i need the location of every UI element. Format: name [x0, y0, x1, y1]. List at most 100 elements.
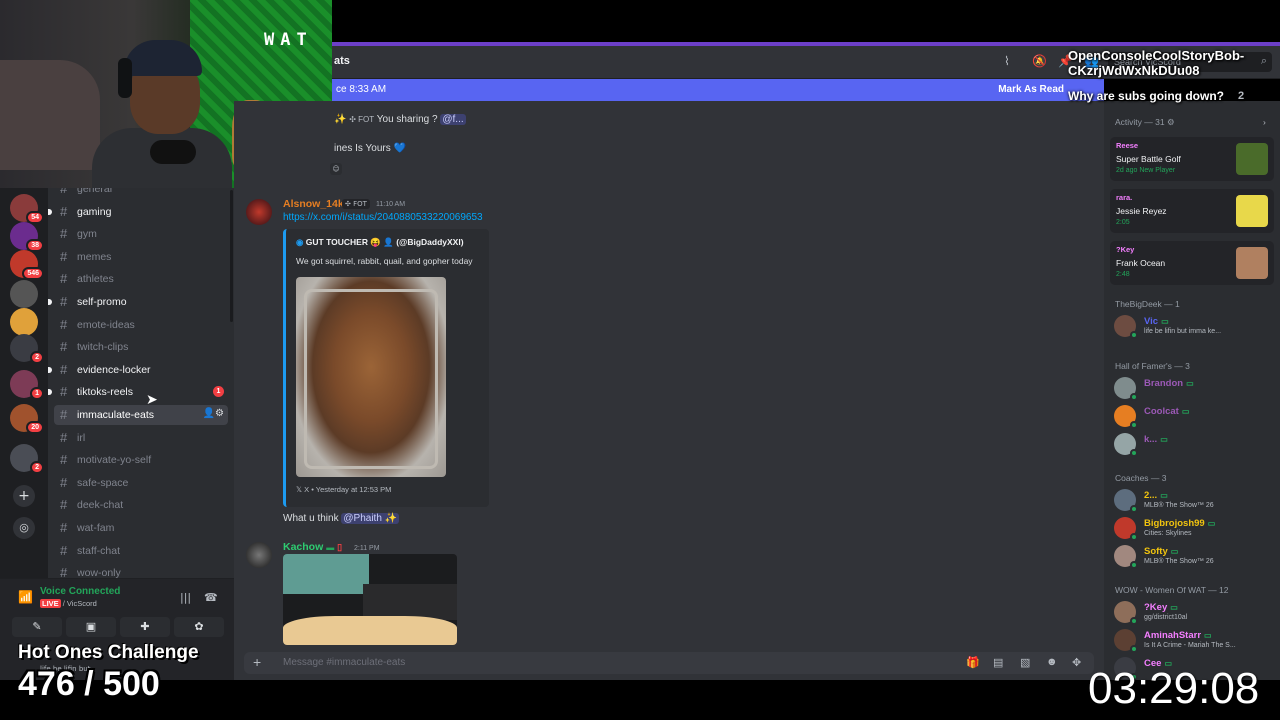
- message-author[interactable]: Alsnow_14k: [283, 198, 344, 210]
- chat-count: 2: [1238, 90, 1245, 102]
- server-icon[interactable]: 54: [10, 194, 44, 224]
- hashtag-icon: #: [60, 497, 68, 513]
- channel-name: general: [77, 188, 113, 195]
- channel-item[interactable]: # staff-chat: [54, 541, 228, 561]
- server-icon[interactable]: 1: [10, 370, 44, 400]
- channel-item[interactable]: # memes: [54, 247, 228, 267]
- hashtag-icon: #: [60, 316, 68, 332]
- channel-item[interactable]: # irl: [54, 428, 228, 448]
- emoji-icon[interactable]: ☻: [1046, 656, 1058, 668]
- headset: [118, 58, 132, 98]
- channel-item[interactable]: # tiktoks-reels 1: [48, 382, 228, 402]
- channel-item[interactable]: # deek-chat: [54, 495, 228, 515]
- device-icon: ▭: [1160, 491, 1168, 500]
- attach-plus-icon[interactable]: +: [253, 654, 261, 670]
- server-icon[interactable]: 2: [10, 444, 44, 474]
- discover-icon[interactable]: ◎: [13, 517, 35, 539]
- channel-item[interactable]: # athletes: [54, 269, 228, 289]
- avatar[interactable]: [246, 542, 272, 568]
- new-messages-banner[interactable]: ce 8:33 AM Mark As Read: [332, 79, 1104, 101]
- member-item[interactable]: Softy ▭ MLB® The Show™ 26: [1110, 543, 1274, 569]
- channel-item[interactable]: # self-promo: [48, 292, 228, 312]
- food-tray: [304, 289, 438, 469]
- member-item[interactable]: Vic ▭ life be lifin but imma ke...: [1110, 313, 1274, 339]
- screenshare-button[interactable]: ▣: [66, 617, 116, 637]
- member-section-header: TheBigDeek — 1: [1115, 299, 1180, 309]
- channel-name: wat-fam: [77, 522, 115, 534]
- channel-item[interactable]: # immaculate-eats 👤⚙: [54, 405, 228, 425]
- channel-name: deek-chat: [77, 499, 124, 512]
- link-embed[interactable]: ◉ GUT TOUCHER 😝 👤 (@BigDaddyXXl) We got …: [283, 229, 489, 507]
- channel-item[interactable]: # gaming: [48, 202, 228, 222]
- channel-name: memes: [77, 250, 112, 263]
- x-logo-icon: 𝕏: [296, 485, 303, 494]
- server-icon[interactable]: [10, 280, 38, 308]
- background-clothes: [0, 60, 100, 170]
- gif-icon[interactable]: ▤: [993, 656, 1003, 669]
- server-icon[interactable]: 38: [10, 222, 44, 252]
- message-image[interactable]: [283, 554, 457, 645]
- mention[interactable]: @Phaith ✨: [341, 513, 400, 524]
- noise-icon[interactable]: |||: [180, 591, 191, 604]
- message-text: ines Is Yours: [334, 143, 391, 154]
- channel-name: motivate-yo-self: [77, 454, 152, 467]
- channel-item[interactable]: # safe-space: [54, 473, 228, 493]
- hashtag-icon: #: [60, 294, 68, 309]
- activity-card[interactable]: Reese Super Battle Golf 2d ago New Player: [1110, 137, 1274, 181]
- unread-indicator: [48, 366, 52, 373]
- soundboard-button[interactable]: ✿: [174, 617, 224, 637]
- add-server-icon[interactable]: +: [13, 485, 35, 507]
- channel-item[interactable]: # general: [54, 188, 228, 199]
- channel-item[interactable]: # motivate-yo-self: [54, 450, 228, 470]
- channel-name: gym: [77, 228, 97, 241]
- chevron-right-icon[interactable]: ›: [1263, 117, 1266, 127]
- threads-icon[interactable]: ⌇: [1004, 54, 1010, 68]
- channel-name: irl: [77, 431, 86, 444]
- activities-button[interactable]: ✚: [120, 617, 170, 637]
- reaction-button[interactable]: ☺: [330, 163, 342, 175]
- member-item[interactable]: AminahStarr ▭ Is It A Crime - Mariah The S…: [1110, 627, 1274, 653]
- activity-card[interactable]: rara. Jessie Reyez 2:05: [1110, 189, 1274, 233]
- mute-icon[interactable]: 🔕: [1032, 54, 1047, 68]
- channel-item[interactable]: # wat-fam: [54, 518, 228, 538]
- activity-meta: 2:48: [1116, 271, 1130, 278]
- mention[interactable]: @f...: [440, 114, 466, 125]
- channel-item[interactable]: # wow-only: [54, 563, 228, 578]
- channel-item[interactable]: # twitch-clips: [54, 337, 228, 357]
- member-item[interactable]: k... ▭: [1110, 431, 1274, 457]
- voice-substatus: LIVE / VicScord: [40, 599, 97, 608]
- sticker-icon[interactable]: ▧: [1020, 656, 1030, 669]
- member-item[interactable]: 2... ▭ MLB® The Show™ 26: [1110, 487, 1274, 513]
- image-region: [363, 584, 457, 620]
- member-item[interactable]: ?Key ▭ gg/district10al: [1110, 599, 1274, 625]
- gift-icon[interactable]: 🎁: [966, 656, 980, 669]
- member-name: Brandon ▭: [1144, 378, 1194, 389]
- camera-button[interactable]: ✎: [12, 617, 62, 637]
- member-item[interactable]: Brandon ▭: [1110, 375, 1274, 401]
- server-icon[interactable]: [10, 308, 38, 336]
- channel-scrollbar[interactable]: [230, 190, 233, 322]
- server-icon[interactable]: 2: [10, 334, 44, 364]
- mark-as-read-button[interactable]: Mark As Read: [998, 84, 1064, 95]
- status-indicator: [1130, 421, 1138, 429]
- message-author[interactable]: Kachow ▬ ▯: [283, 541, 342, 553]
- image-region: [283, 554, 369, 594]
- activity-header: Activity — 31 ⚙ ›: [1115, 117, 1266, 127]
- server-icon[interactable]: 546: [10, 250, 44, 280]
- server-badge: 2: [30, 461, 44, 474]
- message-input[interactable]: + Message #immaculate-eats 🎁 ▤ ▧ ☻ ✥: [244, 652, 1094, 674]
- member-name: Bigbrojosh99 ▭: [1144, 518, 1216, 529]
- apps-icon[interactable]: ✥: [1072, 656, 1081, 669]
- message-link[interactable]: https://x.com/i/status/20408805332200696…: [283, 212, 483, 223]
- channel-item[interactable]: # evidence-locker: [48, 360, 228, 380]
- channel-settings-icon[interactable]: 👤⚙: [203, 408, 224, 419]
- disconnect-icon[interactable]: ☎: [204, 591, 218, 604]
- avatar[interactable]: [246, 199, 272, 225]
- channel-item[interactable]: # gym: [54, 224, 228, 244]
- member-item[interactable]: Coolcat ▭: [1110, 403, 1274, 429]
- activity-card[interactable]: ?Key Frank Ocean 2:48: [1110, 241, 1274, 285]
- channel-item[interactable]: # emote-ideas: [54, 315, 228, 335]
- embed-image[interactable]: [296, 277, 446, 477]
- member-item[interactable]: Bigbrojosh99 ▭ Cities: Skylines: [1110, 515, 1274, 541]
- server-icon[interactable]: 20: [10, 404, 44, 434]
